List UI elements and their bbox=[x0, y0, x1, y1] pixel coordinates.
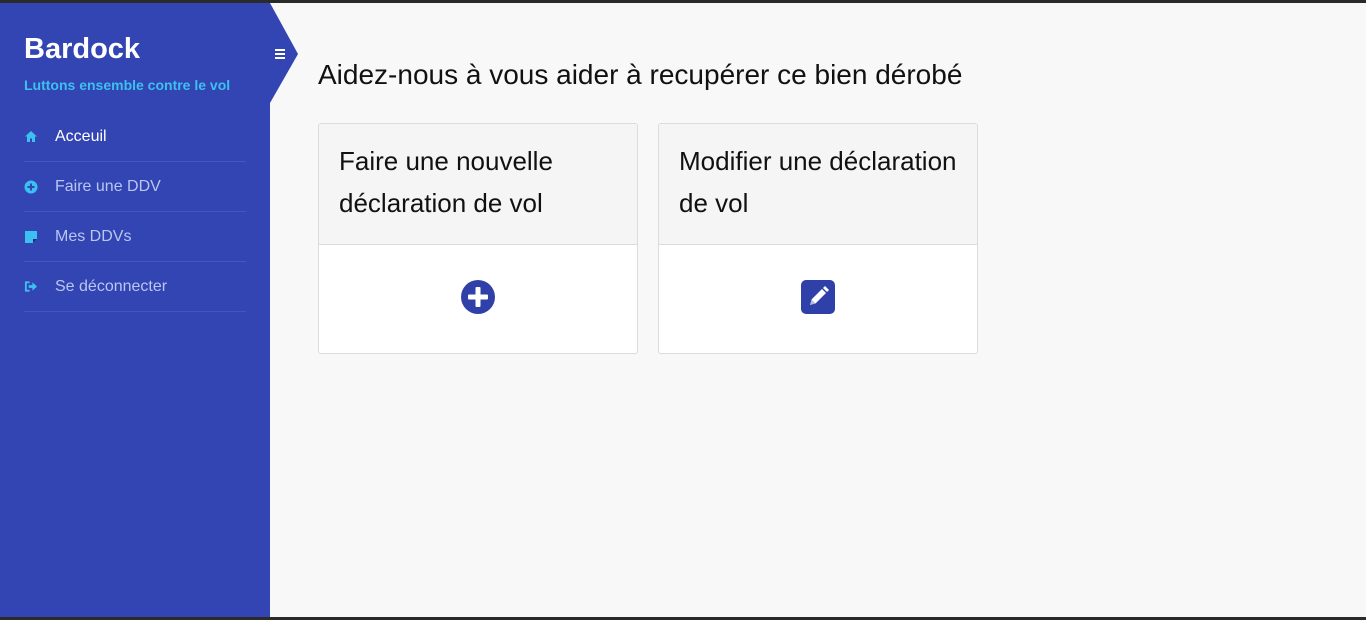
brand-tagline: Luttons ensemble contre le vol bbox=[24, 77, 231, 93]
hamburger-menu-icon bbox=[275, 49, 285, 59]
sidebar-item-deconnecter[interactable]: Se déconnecter bbox=[24, 262, 246, 312]
pencil-square-icon bbox=[800, 279, 836, 320]
sidebar-item-label: Se déconnecter bbox=[55, 277, 168, 295]
card-title: Faire une nouvelle déclaration de vol bbox=[319, 124, 637, 245]
brand-title[interactable]: Bardock bbox=[24, 33, 140, 66]
modify-declaration-button[interactable] bbox=[659, 245, 977, 353]
page-title: Aidez-nous à vous aider à recupérer ce b… bbox=[318, 59, 963, 90]
plus-circle-icon bbox=[460, 279, 496, 320]
card-title: Modifier une déclaration de vol bbox=[659, 124, 977, 245]
sidebar-toggle-button[interactable] bbox=[270, 3, 298, 103]
sidebar-item-label: Mes DDVs bbox=[55, 227, 132, 245]
sign-out-icon bbox=[24, 280, 38, 294]
new-declaration-button[interactable] bbox=[319, 245, 637, 353]
sidebar-item-mes-ddvs[interactable]: Mes DDVs bbox=[24, 212, 246, 262]
sidebar-nav: Acceuil Faire une DDV Mes DDVs Se déconn… bbox=[24, 112, 246, 312]
home-icon bbox=[24, 130, 38, 144]
sidebar-item-label: Acceuil bbox=[55, 127, 107, 145]
sidebar-item-label: Faire une DDV bbox=[55, 177, 161, 195]
sidebar-item-faire-ddv[interactable]: Faire une DDV bbox=[24, 162, 246, 212]
plus-circle-icon bbox=[24, 180, 38, 194]
sticky-note-icon bbox=[24, 230, 38, 244]
new-declaration-card[interactable]: Faire une nouvelle déclaration de vol bbox=[318, 123, 638, 354]
sidebar: Bardock Luttons ensemble contre le vol A… bbox=[0, 3, 270, 617]
sidebar-item-acceuil[interactable]: Acceuil bbox=[24, 112, 246, 162]
modify-declaration-card[interactable]: Modifier une déclaration de vol bbox=[658, 123, 978, 354]
